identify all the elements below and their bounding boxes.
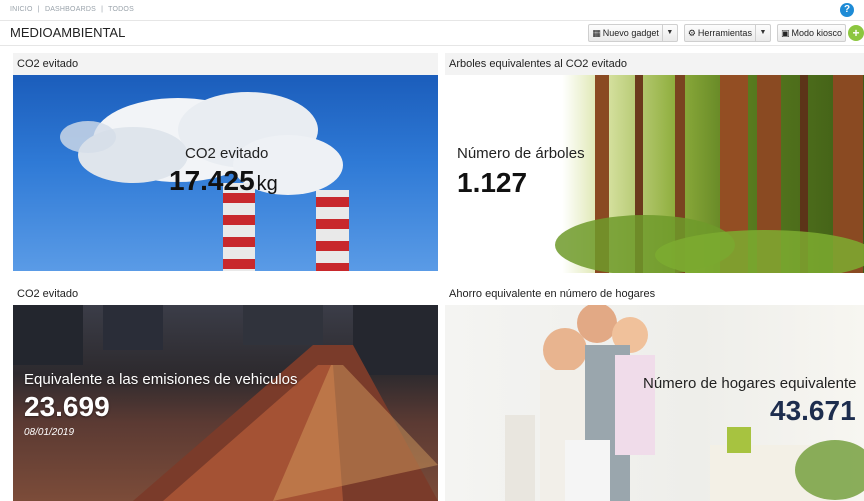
kiosk-mode-label: Modo kiosco bbox=[791, 28, 842, 38]
page-title: MEDIOAMBIENTAL bbox=[10, 25, 126, 40]
breadcrumb-separator: | bbox=[37, 6, 40, 13]
tools-label: Herramientas bbox=[697, 28, 752, 38]
kpi-label: Número de árboles bbox=[457, 145, 585, 162]
kpi-unit: kg bbox=[256, 173, 278, 195]
kpi-label: Número de hogares equivalente bbox=[643, 375, 857, 392]
kpi-date: 08/01/2019 bbox=[24, 427, 75, 438]
new-gadget-dropdown[interactable]: ▼ bbox=[662, 24, 678, 42]
co2-avoided-panel: CO2 evitado CO2 evitado 17.425 kg bbox=[13, 53, 438, 271]
monitor-icon: ▣ bbox=[780, 27, 790, 38]
trees-panel: Arboles equivalentes al CO2 evitado Núme… bbox=[445, 53, 864, 273]
kiosk-mode-button[interactable]: ▣ Modo kiosco bbox=[776, 24, 846, 42]
panel-title: CO2 evitado bbox=[13, 53, 438, 75]
homes-panel: Ahorro equivalente en número de hogares … bbox=[445, 283, 864, 501]
help-icon[interactable]: ? bbox=[840, 3, 854, 17]
kpi-number: 17.425 bbox=[169, 165, 255, 196]
forest-image: Número de árboles 1.127 bbox=[445, 75, 864, 273]
breadcrumb-home[interactable]: INICIO bbox=[10, 6, 33, 13]
chevron-down-icon: ▼ bbox=[666, 29, 674, 36]
new-gadget-button[interactable]: ▦ Nuevo gadget bbox=[588, 24, 663, 42]
add-icon[interactable]: + bbox=[848, 25, 864, 41]
new-gadget-label: Nuevo gadget bbox=[602, 28, 659, 38]
breadcrumb-dashboards[interactable]: DASHBOARDS bbox=[45, 6, 96, 13]
breadcrumb-separator: | bbox=[101, 6, 104, 13]
kpi-label: Equivalente a las emisiones de vehiculos bbox=[24, 371, 298, 388]
family-image: Número de hogares equivalente 43.671 bbox=[445, 305, 864, 501]
breadcrumb: INICIO | DASHBOARDS | TODOS bbox=[10, 6, 137, 13]
toolbar: ▦ Nuevo gadget ▼ ⚙ Herramientas ▼ ▣ Modo… bbox=[588, 24, 864, 42]
vehicles-panel: CO2 evitado Equivalente a las emisiones … bbox=[13, 283, 438, 501]
kpi-value: 23.699 bbox=[24, 391, 110, 422]
breadcrumb-all[interactable]: TODOS bbox=[108, 6, 134, 13]
kpi-value: 1.127 bbox=[457, 167, 528, 198]
panel-title: Ahorro equivalente en número de hogares bbox=[445, 283, 864, 305]
panel-title: Arboles equivalentes al CO2 evitado bbox=[445, 53, 864, 75]
chevron-down-icon: ▼ bbox=[759, 29, 767, 36]
kpi-value: 43.671 bbox=[770, 395, 856, 426]
kpi-label: CO2 evitado bbox=[185, 145, 269, 162]
kpi-value: 17.425 kg bbox=[169, 165, 278, 197]
tools-button[interactable]: ⚙ Herramientas bbox=[683, 24, 756, 42]
gadget-icon: ▦ bbox=[592, 27, 601, 38]
dashboard-header: MEDIOAMBIENTAL ▦ Nuevo gadget ▼ ⚙ Herram… bbox=[0, 20, 864, 46]
co2-avoided-image: CO2 evitado 17.425 kg bbox=[13, 75, 438, 271]
gear-icon: ⚙ bbox=[687, 27, 696, 38]
traffic-image: Equivalente a las emisiones de vehiculos… bbox=[13, 305, 438, 501]
panel-title: CO2 evitado bbox=[13, 283, 438, 305]
tools-dropdown[interactable]: ▼ bbox=[755, 24, 771, 42]
